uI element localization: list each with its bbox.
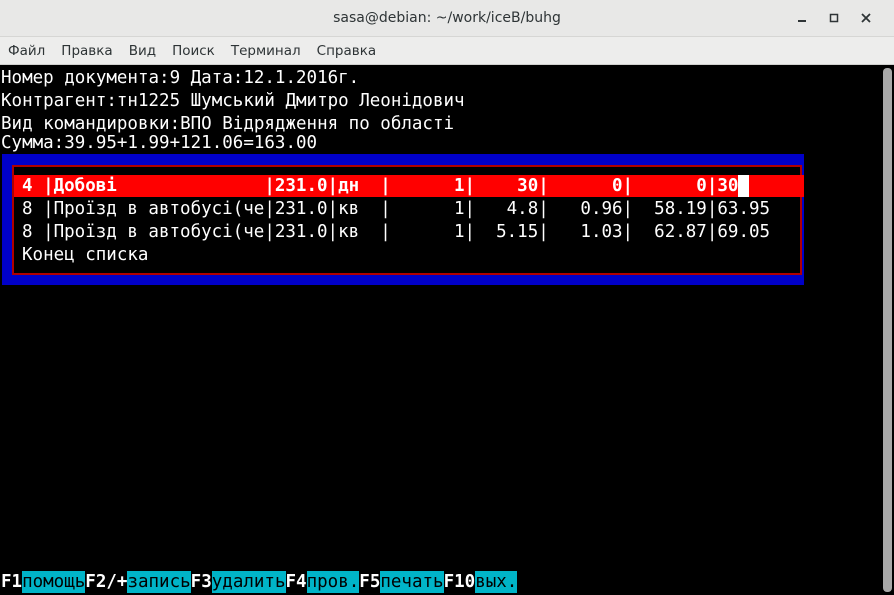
window-titlebar[interactable]: sasa@debian: ~/work/iceB/buhg xyxy=(0,0,894,37)
list-row[interactable]: 8 |Проїзд в автобусі(че|231.0|кв | 1| 4.… xyxy=(22,198,770,220)
fkey-f5-label[interactable]: печать xyxy=(380,571,444,593)
terminal-scrollbar[interactable] xyxy=(880,65,894,595)
fkey-f4[interactable]: F4 xyxy=(286,571,307,593)
list-row-text: 4 |Добові |231.0|дн | 1| 30| 0| 0|30 xyxy=(22,176,739,196)
menu-search[interactable]: Поиск xyxy=(164,43,223,59)
menu-edit[interactable]: Правка xyxy=(53,43,120,59)
maximize-icon xyxy=(829,13,839,23)
list-row-selected[interactable]: 4 |Добові |231.0|дн | 1| 30| 0| 0|30 xyxy=(14,175,798,197)
menu-bar: Файл Правка Вид Поиск Терминал Справка xyxy=(0,37,894,65)
function-key-bar: F1 помощь F2/+ запись F3 удалить F4 пров. F5 печа… xyxy=(1,571,518,593)
expense-list-dialog: 4 |Добові |231.0|дн | 1| 30| 0| 0|30 8 |… xyxy=(2,154,804,285)
menu-help[interactable]: Справка xyxy=(309,43,384,59)
text-cursor xyxy=(738,175,750,197)
list-row[interactable]: 8 |Проїзд в автобусі(че|231.0|кв | 1| 5.… xyxy=(22,221,770,243)
scrollbar-thumb[interactable] xyxy=(883,68,892,592)
document-number-line: Номер документа:9 Дата:12.1.2016г. xyxy=(1,68,360,88)
menu-file[interactable]: Файл xyxy=(0,43,53,59)
expense-list-frame: 4 |Добові |231.0|дн | 1| 30| 0| 0|30 8 |… xyxy=(12,165,802,275)
list-end-label: Конец списка xyxy=(22,245,149,265)
selection-bar-tail xyxy=(792,175,804,197)
minimize-icon xyxy=(798,20,806,22)
window-title: sasa@debian: ~/work/iceB/buhg xyxy=(333,10,561,26)
window-controls xyxy=(786,0,882,36)
fkey-f10-label[interactable]: вых. xyxy=(475,571,518,593)
counterparty-line: Контрагент:тн1225 Шумський Дмитро Леонід… xyxy=(1,91,465,111)
close-icon xyxy=(861,13,871,23)
fkey-f10[interactable]: F10 xyxy=(444,571,476,593)
fkey-f1-label[interactable]: помощь xyxy=(22,571,86,593)
fkey-f3-label[interactable]: удалить xyxy=(211,571,286,593)
fkey-f3[interactable]: F3 xyxy=(191,571,212,593)
fkey-f2[interactable]: F2/+ xyxy=(85,571,127,593)
minimize-button[interactable] xyxy=(786,4,818,32)
menu-terminal[interactable]: Терминал xyxy=(223,43,309,59)
terminal-area[interactable]: Номер документа:9 Дата:12.1.2016г. Контр… xyxy=(0,65,880,595)
menu-view[interactable]: Вид xyxy=(121,43,164,59)
fkey-f1[interactable]: F1 xyxy=(1,571,22,593)
close-button[interactable] xyxy=(850,4,882,32)
fkey-f5[interactable]: F5 xyxy=(359,571,380,593)
maximize-button[interactable] xyxy=(818,4,850,32)
fkey-f4-label[interactable]: пров. xyxy=(306,571,360,593)
fkey-f2-label[interactable]: запись xyxy=(127,571,191,593)
sum-line: Сумма:39.95+1.99+121.06=163.00 xyxy=(1,133,318,153)
